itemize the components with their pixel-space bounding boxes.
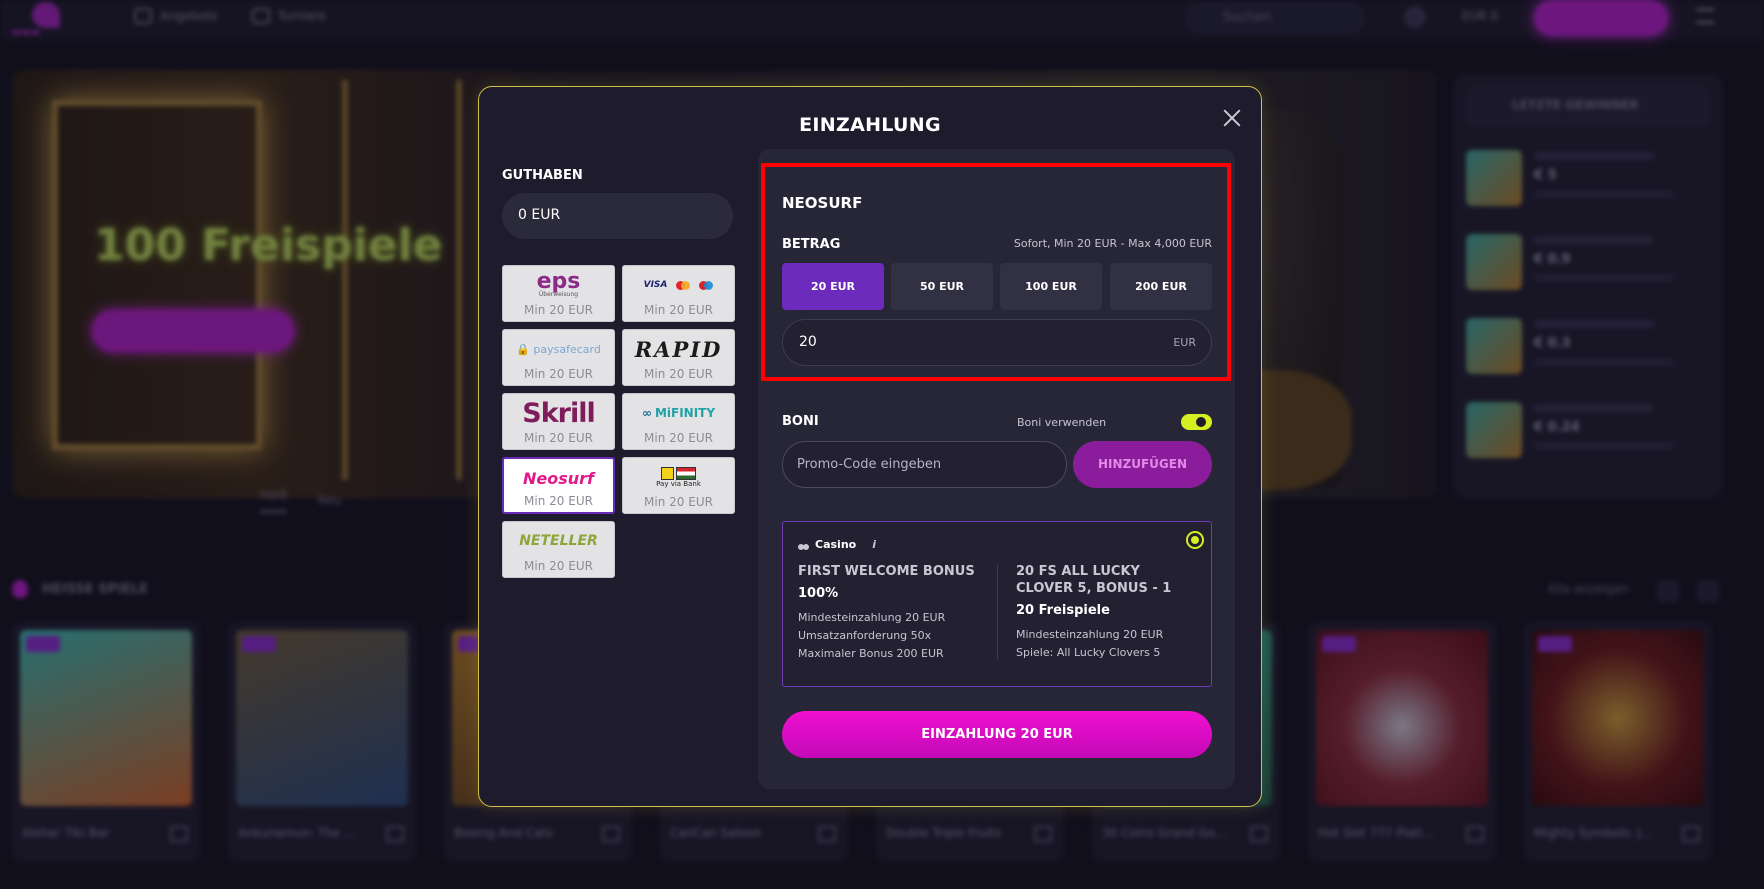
info-icon[interactable]: i <box>872 538 876 551</box>
deposit-submit-button[interactable]: EINZAHLUNG 20 EUR <box>782 711 1212 758</box>
bonus-name: 20 FS ALL LUCKY CLOVER 5, BONUS - 1 <box>1016 564 1172 596</box>
bonus-free-spins: 20 FS ALL LUCKY CLOVER 5, BONUS - 1 20 F… <box>1016 563 1201 662</box>
mifinity-logo-icon: ∞ MiFINITY <box>641 406 716 420</box>
bonus-condition: Umsatzanforderung 50x <box>798 629 932 642</box>
amount-currency: EUR <box>1173 336 1196 349</box>
payment-method-pay-via-bank[interactable]: Pay via Bank Min 20 EUR <box>622 457 735 514</box>
cherry-icon <box>798 539 809 550</box>
eps-logo-icon: eps Überweisung <box>536 269 581 298</box>
pay-via-bank-logo-icon: Pay via Bank <box>656 466 701 488</box>
bonus-condition: Spiele: All Lucky Clovers 5 <box>1016 646 1161 659</box>
bonus-condition: Maximaler Bonus 200 EUR <box>798 647 944 660</box>
paysafecard-logo-icon: 🔒 paysafecard <box>516 342 601 356</box>
payment-method-paysafecard[interactable]: 🔒 paysafecard Min 20 EUR <box>502 329 615 386</box>
close-icon[interactable] <box>1221 107 1243 129</box>
balance-label: GUTHABEN <box>502 168 583 183</box>
use-bonus-label: Boni verwenden <box>1017 416 1107 429</box>
modal-title: EINZAHLUNG <box>799 114 941 136</box>
amount-option-50[interactable]: 50 EUR <box>891 263 993 310</box>
bonus-name: FIRST WELCOME BONUS <box>798 564 975 579</box>
amount-input[interactable]: 20 EUR <box>782 319 1212 366</box>
amount-option-100[interactable]: 100 EUR <box>1000 263 1102 310</box>
payment-method-neteller[interactable]: NETELLER Min 20 EUR <box>502 521 615 578</box>
promo-code-input[interactable]: Promo-Code eingeben <box>782 441 1067 488</box>
payment-method-rapid[interactable]: RAPID Min 20 EUR <box>622 329 735 386</box>
bonus-condition: Mindesteinzahlung 20 EUR <box>798 611 946 624</box>
use-bonus-toggle[interactable] <box>1181 414 1212 430</box>
amount-limits: Sofort, Min 20 EUR - Max 4,000 EUR <box>1013 237 1212 250</box>
amount-option-20[interactable]: 20 EUR <box>782 263 884 310</box>
bonus-value: 100% <box>798 586 839 601</box>
bonus-welcome: FIRST WELCOME BONUS 100% Mindesteinzahlu… <box>798 563 988 663</box>
bonus-radio[interactable] <box>1186 531 1204 549</box>
visa-logo-icon: VISA <box>643 280 668 290</box>
bonus-label: BONI <box>782 414 819 429</box>
bonus-category: Casino i <box>798 538 876 551</box>
bonus-divider <box>997 564 998 660</box>
bonus-card[interactable]: Casino i FIRST WELCOME BONUS 100% Mindes… <box>782 521 1212 687</box>
maestro-logo-icon <box>699 280 714 290</box>
amount-label: BETRAG <box>782 237 841 252</box>
bonus-condition: Mindesteinzahlung 20 EUR <box>1016 628 1164 641</box>
payment-method-eps[interactable]: eps Überweisung Min 20 EUR <box>502 265 615 322</box>
deposit-modal: EINZAHLUNG GUTHABEN 0 EUR eps Überweisung… <box>478 86 1262 807</box>
bonus-value: 20 Freispiele <box>1016 603 1110 618</box>
mastercard-logo-icon <box>676 280 691 290</box>
payment-method-neosurf[interactable]: Neosurf Min 20 EUR <box>502 457 615 514</box>
rapid-logo-icon: RAPID <box>634 336 723 362</box>
balance-value: 0 EUR <box>502 193 733 239</box>
payment-method-cards[interactable]: VISA Min 20 EUR <box>622 265 735 322</box>
skrill-logo-icon: Skrill <box>522 397 595 429</box>
payment-method-mifinity[interactable]: ∞ MiFINITY Min 20 EUR <box>622 393 735 450</box>
payment-method-skrill[interactable]: Skrill Min 20 EUR <box>502 393 615 450</box>
neteller-logo-icon: NETELLER <box>519 533 598 549</box>
amount-option-200[interactable]: 200 EUR <box>1110 263 1212 310</box>
neosurf-logo-icon: Neosurf <box>523 468 594 488</box>
amount-input-value: 20 <box>799 334 817 350</box>
add-promo-button[interactable]: HINZUFÜGEN <box>1073 441 1212 488</box>
selected-method-title: NEOSURF <box>782 194 863 212</box>
